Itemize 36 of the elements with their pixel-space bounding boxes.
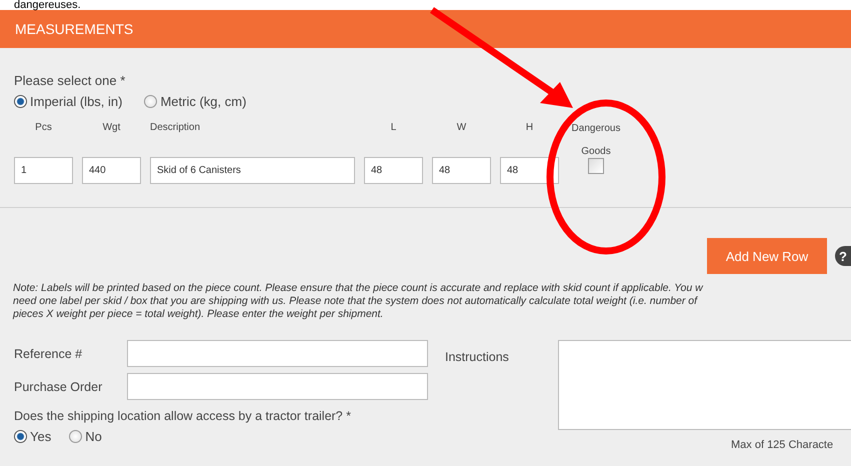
- trailer-radio[interactable]: Yes: [14, 428, 52, 444]
- measurement-field[interactable]: 48: [364, 157, 423, 184]
- radio-icon[interactable]: [14, 94, 27, 108]
- section-title: MEASUREMENTS: [15, 21, 134, 37]
- measurement-field[interactable]: 440: [82, 157, 141, 184]
- field-label: Reference #: [14, 346, 84, 360]
- unit-radio[interactable]: Imperial (lbs, in): [14, 94, 122, 108]
- reference-field[interactable]: [127, 340, 428, 367]
- measurement-field[interactable]: 48: [432, 157, 491, 184]
- radio-icon[interactable]: [69, 430, 82, 442]
- measurement-field[interactable]: 1: [14, 157, 73, 184]
- instructions-field[interactable]: [558, 340, 851, 430]
- column-header: Wgt: [102, 121, 122, 135]
- unit-prompt: Please select one *: [14, 73, 126, 90]
- column-header: Description: [150, 121, 202, 135]
- column-header: W: [456, 121, 468, 135]
- radio-icon[interactable]: [144, 94, 158, 108]
- dangerous-goods-checkbox[interactable]: [588, 158, 604, 174]
- column-header: Pcs: [34, 121, 53, 135]
- measurement-field[interactable]: Skid of 6 Canisters: [150, 157, 355, 184]
- note-text: need one label per skid / box that you are shipping with us. Please note that the system does not automatically calculate total weight (i.e. number of: [13, 295, 699, 308]
- note-text: Note: Labels will be printed based on the piece count. Please ensure that the piece count is accurate and replace with skid count if applicable. You w: [13, 282, 704, 295]
- caption-text: dangereuses.: [0, 0, 851, 10]
- field-label: Purchase Order: [14, 380, 104, 394]
- help-icon[interactable]: ?: [835, 246, 851, 266]
- note-text: pieces X weight per piece = total weight). Please enter the weight per shipment.: [13, 308, 384, 321]
- field-label: Instructions: [445, 350, 510, 366]
- question-text: Does the shipping location allow access by a tractor trailer? *: [14, 408, 352, 425]
- column-header: H: [524, 121, 534, 135]
- character-limit-text: Max of 125 Characte: [731, 439, 834, 451]
- purchase-order-field[interactable]: [127, 373, 428, 400]
- trailer-radio[interactable]: No: [69, 428, 102, 444]
- column-header: L: [390, 121, 398, 135]
- unit-radio[interactable]: Metric (kg, cm): [144, 94, 246, 108]
- radio-icon[interactable]: [14, 430, 27, 442]
- column-header: Dangerous Goods: [570, 122, 622, 159]
